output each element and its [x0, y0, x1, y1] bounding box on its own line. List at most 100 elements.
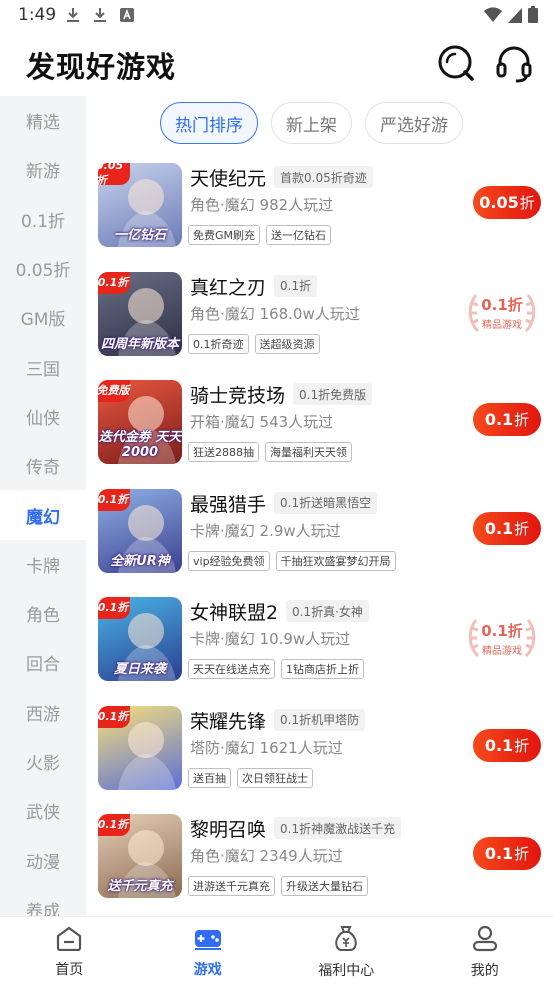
seal-caption: 精品游戏	[482, 320, 522, 331]
game-meta: 角色·魔幻 982人玩过	[190, 196, 334, 214]
game-tag: 进游送千元真充	[188, 876, 275, 896]
home-icon	[55, 925, 83, 955]
gamepad-icon	[193, 925, 223, 955]
game-tags: 送百抽 次日领狂战士	[188, 767, 313, 788]
nav-item[interactable]: 游戏	[139, 917, 278, 984]
discount-button[interactable]: 0.1 折	[473, 511, 541, 545]
game-name[interactable]: 女神联盟2	[190, 598, 278, 625]
sidebar-item[interactable]: 魔幻	[0, 490, 86, 540]
download-icon	[64, 6, 81, 24]
game-thumbnail[interactable]: 0.1折 全新UR神	[98, 488, 182, 573]
game-promo-badge: 0.1折真·女神	[286, 600, 369, 622]
status-time: 1:49	[18, 5, 57, 25]
game-meta: 卡牌·魔幻 10.9w人玩过	[190, 630, 351, 648]
discount-button[interactable]: 0.1 折	[473, 837, 541, 870]
game-tag: 升级送大量钻石	[281, 876, 368, 896]
sidebar-item[interactable]: GM版	[0, 293, 86, 342]
nav-item[interactable]: 福利中心	[277, 917, 416, 984]
sidebar-item[interactable]: 0.05折	[0, 244, 86, 293]
thumbnail-caption: 四周年新版本	[100, 336, 179, 352]
sidebar-item[interactable]: 武侠	[0, 786, 86, 835]
discount-value: 0.1	[484, 844, 514, 863]
game-list-item[interactable]: 免费版 迭代金劵 天天2000 骑士竞技场 0.1折免费版 开箱·魔幻 543人玩过 狂送…	[98, 373, 554, 482]
thumbnail-caption: 夏日来袭	[113, 662, 166, 677]
nav-label: 首页	[55, 961, 84, 978]
game-thumbnail[interactable]: 0.05折一亿钻石	[98, 163, 182, 247]
game-list-item[interactable]: 0.1折 夏日来袭 女神联盟2 0.1折真·女神卡牌·魔幻 10.9w人玩过 天天在线送…	[98, 590, 554, 699]
sidebar-item[interactable]: 养成	[0, 885, 86, 916]
discount-button[interactable]: 0.1 折	[473, 403, 541, 436]
thumbnail-corner-label: 0.1折	[98, 488, 130, 511]
game-tag: 次日领狂战士	[237, 767, 313, 788]
tab-sort[interactable]: 热门排序	[160, 102, 258, 144]
game-meta: 角色·魔幻 168.0w人玩过	[190, 304, 360, 323]
sidebar-item[interactable]: 传奇	[0, 441, 86, 490]
game-name[interactable]: 天使纪元	[190, 164, 266, 191]
sidebar-item[interactable]: 西游	[0, 688, 86, 737]
tab-sort[interactable]: 严选好游	[365, 102, 463, 144]
game-tag: 1钻商店折上折	[281, 659, 364, 679]
game-tag: 送超级资源	[254, 333, 320, 354]
game-tags: vip经验免费领 千抽狂欢盛宴梦幻开局	[188, 550, 396, 571]
discount-unit: 折	[514, 519, 530, 538]
sidebar-item[interactable]: 新游	[0, 145, 86, 194]
sort-tabs: 热门排序 新上架 严选好游	[160, 102, 463, 144]
search-icon[interactable]	[436, 44, 476, 84]
thumbnail-corner-label: 0.1折	[98, 271, 130, 294]
game-name[interactable]: 真红之刃	[190, 273, 266, 300]
discount-button[interactable]: 0.1 折	[473, 728, 541, 762]
battery-icon	[528, 6, 538, 27]
tab-sort[interactable]: 新上架	[271, 102, 352, 144]
game-list-item[interactable]: 0.05折一亿钻石天使纪元首款0.05折奇迹角色·魔幻 982人玩过免费GM刷充…	[98, 156, 554, 265]
game-thumbnail[interactable]: 0.1折四周年新版本	[98, 271, 182, 356]
sidebar-item[interactable]: 卡牌	[0, 540, 86, 589]
sidebar-item[interactable]: 仙侠	[0, 392, 86, 441]
game-list-item[interactable]: 0.1折 四周年新版本 真红之刃 0.1折 角色·魔幻 168.0w人玩过 0.1折奇迹送…	[98, 265, 554, 374]
sidebar-item[interactable]: 火影	[0, 737, 86, 786]
game-list-item[interactable]: 0.1折 荣耀先锋 0.1折机甲塔防 塔防·魔幻 1621人玩过 送百抽 次日领狂战士 0.…	[98, 699, 554, 808]
premium-seal: 0.1折 精品游戏	[462, 608, 542, 668]
customer-service-icon[interactable]	[494, 44, 534, 84]
seal-caption: 精品游戏	[482, 645, 522, 657]
game-list-item[interactable]: 0.1折 送千元真充 黎明召唤 0.1折神魔激战送千充 角色·魔幻 2349人玩过 进游送…	[98, 807, 554, 916]
nav-item[interactable]: 我的	[416, 917, 554, 984]
thumbnail-caption: 一亿钻石	[113, 228, 166, 243]
game-list: 0.05折一亿钻石天使纪元首款0.05折奇迹角色·魔幻 982人玩过免费GM刷充…	[98, 156, 554, 916]
game-name[interactable]: 黎明召唤	[190, 815, 266, 842]
game-thumbnail[interactable]: 0.1折	[98, 705, 182, 790]
game-meta: 开箱·魔幻 543人玩过	[190, 413, 334, 431]
thumbnail-caption: 迭代金劵 天天2000	[98, 430, 182, 460]
game-meta: 卡牌·魔幻 2.9w人玩过	[190, 521, 341, 540]
sidebar-item[interactable]: 三国	[0, 342, 86, 391]
game-tags: 狂送2888抽 海量福利天天领	[188, 442, 352, 462]
game-tags: 天天在线送点充 1钻商店折上折	[188, 659, 364, 679]
game-tag: 狂送2888抽	[188, 442, 259, 462]
game-thumbnail[interactable]: 0.1折 送千元真充	[98, 814, 182, 898]
sidebar-item[interactable]: 0.1折	[0, 195, 86, 244]
sidebar-item[interactable]: 动漫	[0, 835, 86, 884]
nav-item[interactable]: 首页	[0, 917, 139, 984]
game-thumbnail[interactable]: 免费版 迭代金劵 天天2000	[98, 380, 182, 464]
game-name[interactable]: 荣耀先锋	[190, 707, 266, 734]
nav-label: 福利中心	[318, 962, 375, 979]
bottom-navigation: 首页 游戏 福利中心 我的	[0, 916, 554, 984]
download-icon	[91, 6, 108, 24]
discount-value: 0.1	[484, 735, 514, 755]
game-tag: 海量福利天天领	[265, 442, 352, 462]
game-tags: 免费GM刷充 送一亿钻石	[188, 225, 332, 245]
game-promo-badge: 0.1折	[274, 274, 318, 297]
discount-button[interactable]: 0.05 折	[473, 186, 541, 219]
game-name[interactable]: 最强猎手	[190, 490, 266, 517]
game-name[interactable]: 骑士竞技场	[190, 381, 285, 408]
discount-value: 0.05	[479, 193, 519, 212]
game-thumbnail[interactable]: 0.1折 夏日来袭	[98, 597, 182, 681]
sidebar-item[interactable]: 回合	[0, 638, 86, 687]
discount-unit: 折	[514, 736, 530, 755]
discount-unit: 折	[514, 845, 530, 863]
sidebar-item[interactable]: 角色	[0, 589, 86, 638]
game-tag: 千抽狂欢盛宴梦幻开局	[275, 550, 396, 571]
game-tag: 免费GM刷充	[188, 225, 261, 245]
game-list-item[interactable]: 0.1折 全新UR神 最强猎手 0.1折送暗黑悟空 卡牌·魔幻 2.9w人玩过 vip经验…	[98, 482, 554, 591]
sidebar-item[interactable]: 精选	[0, 96, 86, 145]
thumbnail-corner-label: 0.1折	[98, 705, 130, 728]
